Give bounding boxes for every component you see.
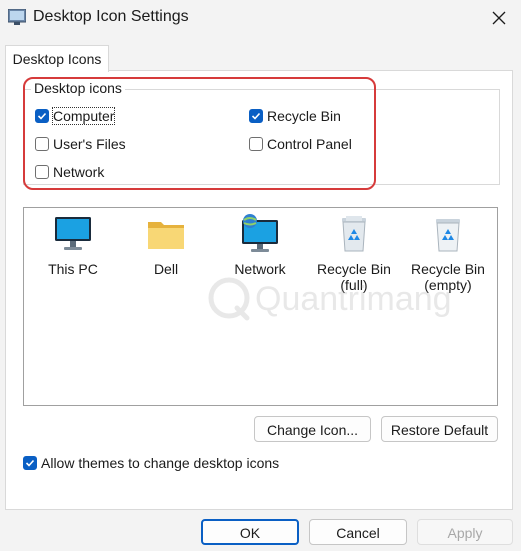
checkbox-label: Recycle Bin [267,108,341,124]
checkbox-label: Allow themes to change desktop icons [41,455,280,471]
close-icon [492,11,506,25]
checkbox-computer[interactable]: Computer [35,107,116,125]
desktop-settings-app-icon [8,9,26,25]
checkbox-label: Network [53,164,105,180]
checkbox-network[interactable]: Network [35,164,104,180]
checkbox-label: Control Panel [267,136,352,152]
checkbox-box[interactable] [23,456,37,470]
icon-item-recycle-bin-empty[interactable]: Recycle Bin (empty) [402,214,494,293]
checkmark-icon [25,459,35,467]
network-icon [242,214,278,252]
icon-item-recycle-bin-full[interactable]: Recycle Bin (full) [308,214,400,293]
cancel-button[interactable]: Cancel [309,519,407,545]
icon-label: This PC [48,261,98,277]
tab-desktop-icons[interactable]: Desktop Icons [5,45,109,72]
icon-preview-list[interactable]: This PC Dell Network Recycle Bin (full) … [23,207,498,406]
ok-button[interactable]: OK [201,519,299,545]
checkbox-recycle-bin[interactable]: Recycle Bin [249,108,341,124]
checkmark-icon [37,112,47,120]
checkbox-label: Computer [51,107,116,125]
window-title: Desktop Icon Settings [33,8,189,25]
icon-item-this-pc[interactable]: This PC [27,214,119,277]
checkbox-box[interactable] [35,165,49,179]
title-bar: Desktop Icon Settings [0,0,521,40]
group-legend: Desktop icons [31,80,125,96]
icon-label: Dell [153,261,179,277]
restore-default-button[interactable]: Restore Default [381,416,498,442]
checkbox-box[interactable] [35,137,49,151]
checkbox-allow-themes[interactable]: Allow themes to change desktop icons [23,455,279,471]
close-button[interactable] [485,4,513,32]
recycle-bin-empty-icon [436,219,460,252]
icon-label: Recycle Bin (full) [317,261,391,293]
icon-item-network[interactable]: Network [214,214,306,277]
checkbox-users-files[interactable]: User's Files [35,136,126,152]
tab-panel: Desktop icons Computer Recycle Bin User'… [5,70,513,510]
monitor-icon [55,217,91,250]
checkmark-icon [251,112,261,120]
checkbox-box[interactable] [35,109,49,123]
icon-label: Network [234,261,286,277]
change-icon-button[interactable]: Change Icon... [254,416,371,442]
icon-label: Recycle Bin (empty) [411,261,485,293]
icon-item-dell[interactable]: Dell [120,214,212,277]
checkbox-box[interactable] [249,109,263,123]
recycle-bin-full-icon [342,216,366,252]
folder-icon [148,222,184,249]
checkbox-label: User's Files [53,136,126,152]
desktop-icons-group: Desktop icons Computer Recycle Bin User'… [23,80,500,185]
checkbox-box[interactable] [249,137,263,151]
checkbox-control-panel[interactable]: Control Panel [249,136,352,152]
apply-button[interactable]: Apply [417,519,513,545]
